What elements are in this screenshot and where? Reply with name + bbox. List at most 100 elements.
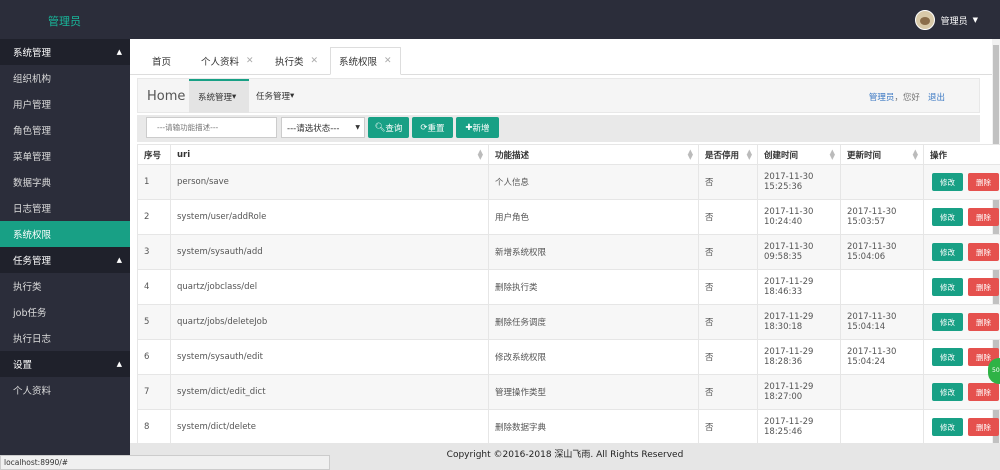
column-header[interactable]: 操作 [923,144,1000,165]
chevron-down-icon[interactable]: ▼ [973,16,978,24]
cell-actions: 修改 删除 [923,374,1000,410]
delete-button[interactable]: 删除 [968,383,999,401]
sort-icon[interactable]: ▲ ▼ [688,149,693,161]
sort-icon[interactable]: ▲ ▼ [478,149,483,161]
close-icon[interactable]: ✕ [384,56,392,66]
tab-home[interactable]: 首页 [152,47,171,75]
tab-label[interactable]: 执行类 [275,54,304,68]
delete-button[interactable]: 删除 [968,173,999,191]
sidebar-item[interactable]: 用户管理 [0,91,130,117]
sidebar-item[interactable]: 角色管理 [0,117,130,143]
cell-desc: 管理操作类型 [488,374,699,410]
reset-button[interactable]: ⟳ 重置 [412,117,453,138]
cell-created: 2017-11-29 18:28:36 [757,339,841,375]
tab-label[interactable]: 个人资料 [201,54,239,68]
column-header-label[interactable]: 功能描述 [495,151,529,161]
top-bar: 管理员 管理员 ▼ [0,0,1000,39]
menu-task-management[interactable]: 任务管理 ▾ [256,79,308,113]
sidebar-item[interactable]: 个人资料 [0,377,130,403]
menu-system-management[interactable]: 系统管理 ▾ [189,79,249,113]
column-header-label[interactable]: 是否停用 [705,151,739,161]
sidebar-section[interactable]: 系统管理 ▲ [0,39,130,65]
logout-link[interactable]: 退出 [928,93,945,103]
caret-up-icon[interactable]: ▲ [117,256,122,264]
sidebar-section-title[interactable]: 系统管理 [13,45,51,59]
column-header[interactable]: 序号 [137,144,171,165]
caret-up-icon[interactable]: ▲ [117,360,122,368]
sidebar-section[interactable]: 设置 ▲ [0,351,130,377]
column-header[interactable]: 功能描述 ▲ ▼ [488,144,699,165]
column-header-label[interactable]: 更新时间 [847,151,881,161]
sidebar-item[interactable]: job任务 [0,299,130,325]
column-header-label[interactable]: 创建时间 [764,151,798,161]
edit-button[interactable]: 修改 [932,208,963,226]
sort-icon[interactable]: ▲ ▼ [913,149,918,161]
floating-badge[interactable]: 50 [988,358,1000,384]
status-select-value[interactable]: ---请选状态--- [287,122,339,134]
sidebar-item[interactable]: 执行日志 [0,325,130,351]
add-button[interactable]: ✚ 新增 [456,117,499,138]
tab-label[interactable]: 系统权限 [339,54,377,68]
sidebar-item[interactable]: 执行类 [0,273,130,299]
tab-label[interactable]: 首页 [152,54,171,68]
delete-button[interactable]: 删除 [968,243,999,261]
refresh-icon: ⟳ [420,122,428,133]
query-button[interactable]: 🔍︎ 查询 [368,117,409,138]
edit-button[interactable]: 修改 [932,278,963,296]
column-header-label[interactable]: 序号 [144,151,161,161]
caret-up-icon[interactable]: ▲ [117,48,122,56]
edit-button[interactable]: 修改 [932,313,963,331]
home-link[interactable]: Home [147,89,185,104]
delete-button[interactable]: 删除 [968,278,999,296]
cell-desc: 修改系统权限 [488,339,699,375]
delete-button[interactable]: 删除 [968,208,999,226]
created-date: 2017-11-30 [764,242,814,252]
sidebar-item[interactable]: 系统权限 [0,221,130,247]
query-label[interactable]: 查询 [385,122,402,134]
close-icon[interactable]: ✕ [246,56,254,66]
avatar[interactable] [914,10,935,30]
sidebar-section-title[interactable]: 设置 [13,357,32,371]
edit-button[interactable]: 修改 [932,348,963,366]
user-name[interactable]: 管理员 [941,14,968,27]
search-input[interactable] [146,117,277,138]
search-icon: 🔍︎ [374,122,386,133]
greeting-user-link[interactable]: 管理员 [869,93,895,103]
delete-button[interactable]: 删除 [968,418,999,436]
column-header[interactable]: 创建时间 ▲ ▼ [757,144,841,165]
user-menu[interactable]: 管理员 ▼ [914,10,978,30]
created-date: 2017-11-30 [764,172,814,182]
edit-button[interactable]: 修改 [932,173,963,191]
sidebar-item[interactable]: 组织机构 [0,65,130,91]
sidebar-item[interactable]: 日志管理 [0,195,130,221]
created-time: 18:46:33 [764,287,803,297]
tab-system-auth[interactable]: 系统权限 ✕ [330,47,401,75]
cell-uri: quartz/jobs/deleteJob [170,304,489,340]
sidebar-item[interactable]: 数据字典 [0,169,130,195]
sidebar-section-title[interactable]: 任务管理 [13,253,51,267]
edit-button[interactable]: 修改 [932,243,963,261]
add-label[interactable]: 新增 [473,122,490,134]
sort-icon[interactable]: ▲ ▼ [747,149,752,161]
sidebar-item[interactable]: 菜单管理 [0,143,130,169]
column-header[interactable]: uri ▲ ▼ [170,144,489,165]
sidebar-section[interactable]: 任务管理 ▲ [0,247,130,273]
cell-disabled: 否 [698,269,758,305]
column-header[interactable]: 是否停用 ▲ ▼ [698,144,758,165]
menu-label[interactable]: 系统管理 [198,91,232,103]
menu-label[interactable]: 任务管理 [256,90,290,102]
column-header[interactable]: 更新时间 ▲ ▼ [840,144,924,165]
column-header-label[interactable]: uri [177,150,190,160]
reset-label[interactable]: 重置 [428,122,445,134]
delete-button[interactable]: 删除 [968,313,999,331]
tab-executor[interactable]: 执行类 ✕ [275,47,318,75]
edit-button[interactable]: 修改 [932,383,963,401]
close-icon[interactable]: ✕ [311,56,319,66]
tab-profile[interactable]: 个人资料 ✕ [201,47,254,75]
column-header-label[interactable]: 操作 [930,151,947,161]
edit-button[interactable]: 修改 [932,418,963,436]
cell-no: 2 [137,199,171,235]
sort-icon[interactable]: ▲ ▼ [830,149,835,161]
status-bar: localhost:8990/# [0,455,330,470]
status-select[interactable]: ---请选状态--- ▼ [281,117,365,138]
